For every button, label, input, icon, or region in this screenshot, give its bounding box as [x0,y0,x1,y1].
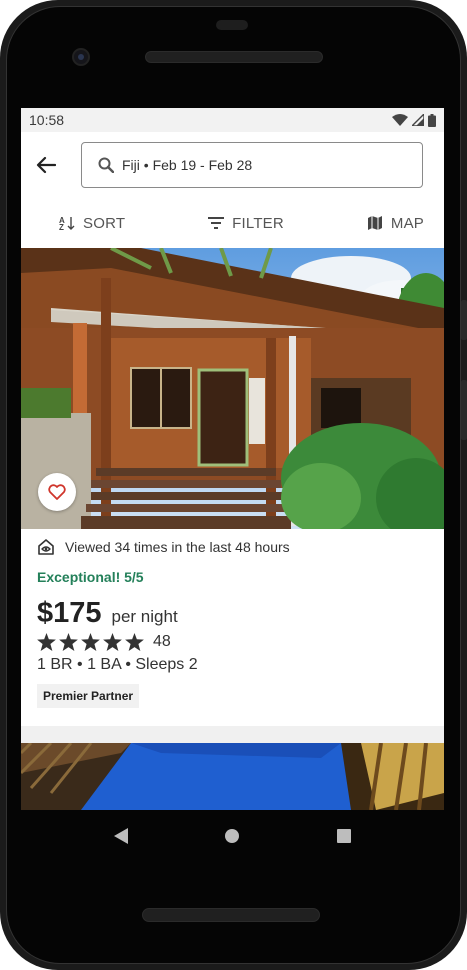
viewed-text: Viewed 34 times in the last 48 hours [65,538,290,555]
map-icon [367,216,382,230]
star-icon [59,633,78,651]
earpiece-speaker [145,51,323,63]
action-toolbar: A Z SORT FILTER MAP [21,198,444,248]
star-icon [37,633,56,651]
room-details: 1 BR • 1 BA • Sleeps 2 [37,656,198,673]
cell-signal-icon [412,114,424,126]
search-input[interactable]: Fiji • Feb 19 - Feb 28 [81,142,423,188]
filter-icon [208,217,225,229]
star-icon [81,633,100,651]
favorite-button[interactable] [38,473,76,511]
front-camera [72,48,90,66]
next-house-photo-image [21,743,444,810]
bottom-speaker [142,908,320,922]
nav-recents-button[interactable] [324,816,364,856]
star-rating: 48 [37,633,428,651]
price-unit: per night [111,607,178,626]
listing-card[interactable]: Viewed 34 times in the last 48 hours Exc… [21,538,444,708]
map-label: MAP [390,214,424,232]
listing-photo[interactable] [21,248,444,529]
price-row: $175 per night [37,597,428,630]
power-button [461,380,467,440]
rating-label: Exceptional! 5/5 [37,569,144,585]
app-screen: 10:58 Fiji • Feb 19 - Feb 28 A Z SORT FI… [21,108,444,810]
review-count: 48 [153,633,171,650]
price-value: $175 [37,597,102,629]
square-recents-icon [337,829,352,843]
phone-frame: 10:58 Fiji • Feb 19 - Feb 28 A Z SORT FI… [0,0,467,970]
nav-home-button[interactable] [212,816,252,856]
volume-button [461,300,467,340]
back-button[interactable] [21,145,71,185]
filter-label: FILTER [232,214,284,232]
search-icon [98,157,114,173]
top-sensor [216,20,248,30]
house-eye-icon [38,539,54,555]
sort-az-icon: A Z [59,216,75,231]
search-query: Fiji • Feb 19 - Feb 28 [122,157,253,173]
heart-outline-icon [48,484,66,500]
triangle-back-icon [113,828,128,844]
nav-back-button[interactable] [101,816,141,856]
house-photo-image [21,248,444,529]
sort-button[interactable]: A Z SORT [59,215,125,232]
next-listing-photo[interactable] [21,743,444,810]
filter-button[interactable]: FILTER [208,215,284,232]
star-icon [125,633,144,651]
battery-icon [428,113,436,127]
android-nav-bar [21,810,444,862]
partner-badge: Premier Partner [37,684,140,708]
wifi-icon [392,114,408,126]
status-bar: 10:58 [21,108,444,132]
viewed-notice: Viewed 34 times in the last 48 hours [37,538,428,555]
svg-text:Z: Z [59,223,64,231]
arrow-left-icon [36,156,56,174]
circle-home-icon [225,829,240,843]
map-button[interactable]: MAP [367,215,424,232]
search-bar-row: Fiji • Feb 19 - Feb 28 [21,132,444,198]
star-icon [103,633,122,651]
status-time: 10:58 [29,112,65,128]
card-divider [21,726,444,743]
status-icons [392,113,436,127]
sort-label: SORT [83,214,126,232]
